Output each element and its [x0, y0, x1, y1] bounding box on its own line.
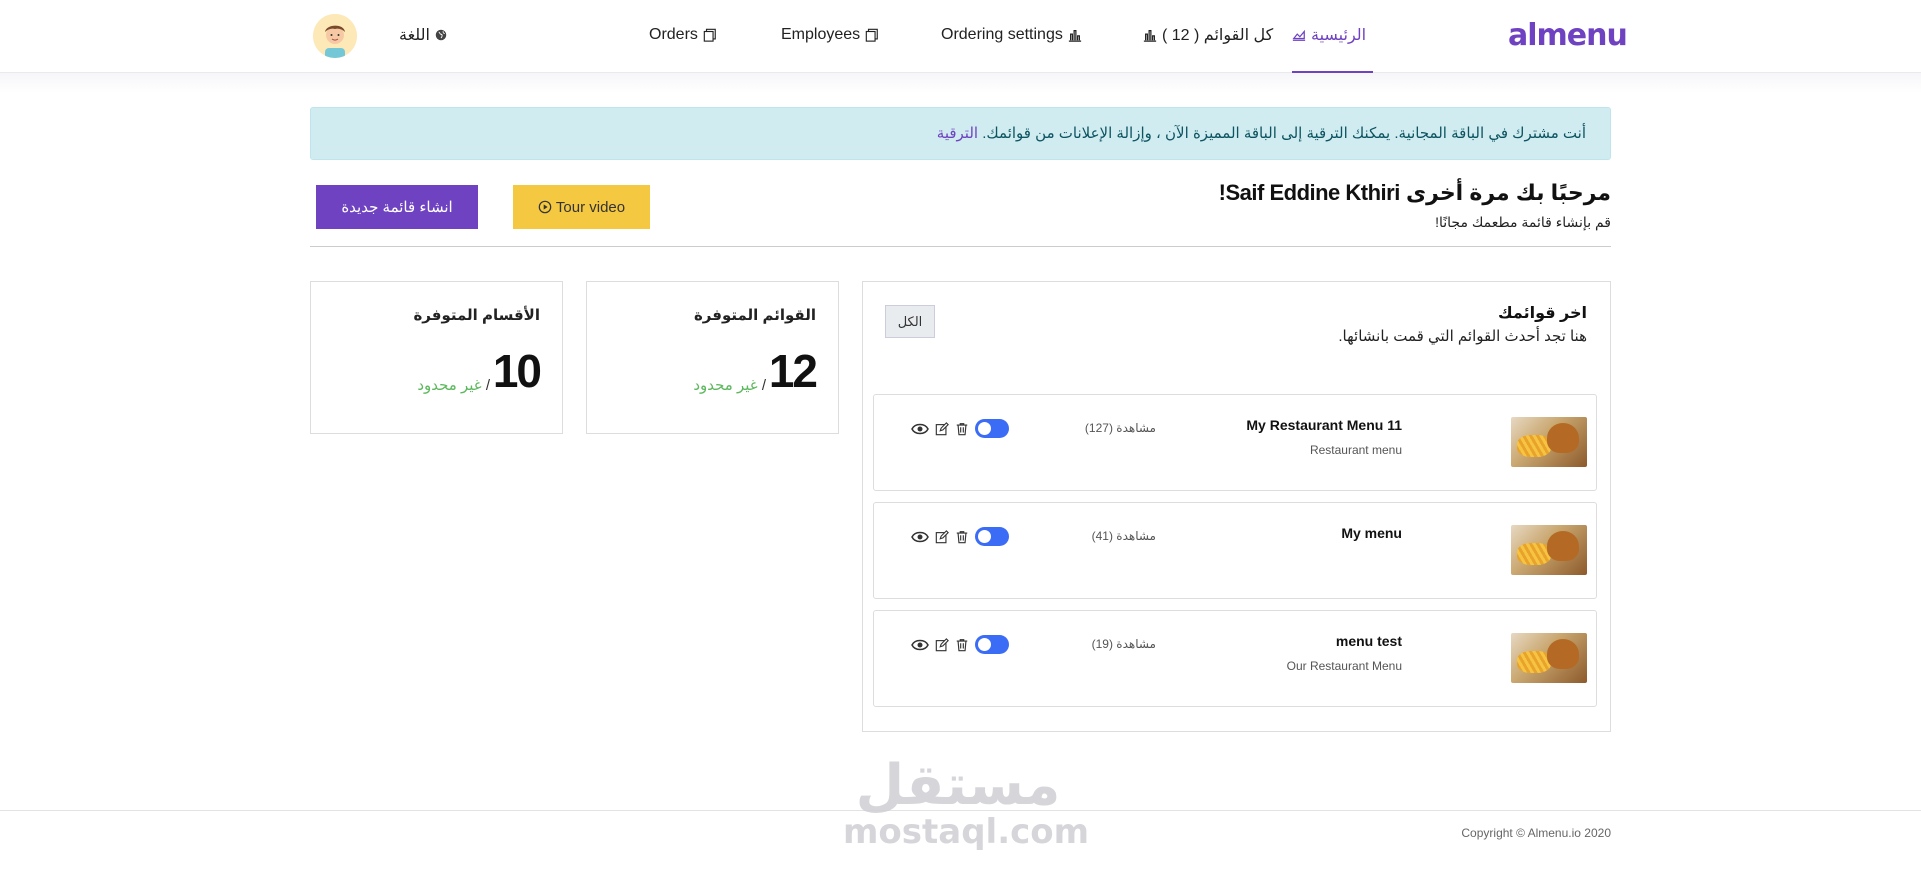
view-all-button[interactable]: الكل	[885, 305, 935, 338]
create-menu-label: انشاء قائمة جديدة	[341, 199, 453, 216]
bar-chart-icon	[1143, 30, 1157, 42]
user-avatar[interactable]	[313, 14, 357, 58]
trash-icon[interactable]	[955, 638, 969, 652]
menu-views: مشاهدة (19)	[1091, 637, 1156, 651]
language-switcher[interactable]: اللغة	[399, 24, 447, 46]
watermark: مستقل mostaql.com	[843, 753, 1090, 852]
nav-employees-label: Employees	[781, 26, 861, 43]
menu-description: Restaurant menu	[1309, 443, 1402, 457]
upgrade-alert: أنت مشترك في الباقة المجانية. يمكنك التر…	[310, 107, 1611, 160]
bar-chart-icon	[1068, 30, 1081, 42]
nav-orders[interactable]: Orders	[649, 24, 717, 46]
watermark-arabic: مستقل	[855, 753, 1061, 818]
stat-limit: / غير محدود	[693, 377, 766, 394]
stat-limit: / غير محدود	[417, 377, 490, 394]
menu-active-toggle[interactable]	[975, 419, 1009, 438]
nav-ordering-settings-label: Ordering settings	[941, 26, 1063, 43]
menu-card[interactable]: My menu مشاهدة (41)	[873, 502, 1597, 599]
header-shadow	[0, 73, 1921, 93]
menu-name[interactable]: My menu	[1341, 525, 1402, 541]
nav-all-menus[interactable]: كل القوائم ( 12 )	[1143, 24, 1273, 46]
recent-menus-subtitle: هنا تجد أحدث القوائم التي قمت بانشائها.	[1338, 328, 1587, 345]
stat-limit-text: غير محدود	[693, 377, 758, 394]
welcome-title: مرحبًا بك مرة أخرى Saif Eddine Kthiri!	[1218, 180, 1612, 205]
nav-employees[interactable]: Employees	[781, 24, 879, 46]
globe-icon	[435, 29, 447, 41]
copyright-text: Copyright © Almenu.io 2020	[1461, 826, 1611, 840]
stat-limit-text: غير محدود	[417, 377, 482, 394]
menu-card[interactable]: My Restaurant Menu 11 Restaurant menu مش…	[873, 394, 1597, 491]
menu-views: مشاهدة (127)	[1084, 421, 1156, 435]
stat-label: القوائم المتوفرة	[693, 307, 816, 324]
trash-icon[interactable]	[955, 530, 969, 544]
nav-ordering-settings[interactable]: Ordering settings	[941, 24, 1082, 46]
menu-views: مشاهدة (41)	[1091, 529, 1156, 543]
play-circle-icon	[538, 200, 552, 214]
avatar-illustration	[313, 14, 357, 58]
copy-icon	[865, 28, 878, 42]
chart-area-icon	[1292, 29, 1306, 41]
stat-value: 12	[768, 345, 818, 397]
recent-menus-panel: اخر قوائمك هنا تجد أحدث القوائم التي قمت…	[862, 281, 1611, 732]
eye-icon[interactable]	[911, 422, 929, 436]
eye-icon[interactable]	[911, 638, 929, 652]
upgrade-link[interactable]: الترقية	[937, 125, 978, 142]
divider	[310, 246, 1611, 247]
nav-orders-label: Orders	[649, 26, 698, 43]
menu-card[interactable]: menu test Our Restaurant Menu مشاهدة (19…	[873, 610, 1597, 707]
menu-actions	[911, 527, 1009, 546]
tour-video-label: Tour video	[555, 198, 626, 216]
create-menu-button[interactable]: انشاء قائمة جديدة	[316, 185, 478, 229]
menu-actions	[911, 419, 1009, 438]
stat-value: 10	[492, 345, 542, 397]
menu-actions	[911, 635, 1009, 654]
edit-icon[interactable]	[935, 421, 949, 436]
menu-name[interactable]: menu test	[1336, 633, 1402, 649]
stat-card-sections: الأقسام المتوفرة 10 / غير محدود	[310, 281, 563, 434]
menu-active-toggle[interactable]	[975, 635, 1009, 654]
edit-icon[interactable]	[935, 637, 949, 652]
recent-menus-title: اخر قوائمك	[1497, 305, 1587, 322]
copy-icon	[703, 28, 716, 42]
menu-description: Our Restaurant Menu	[1286, 659, 1402, 673]
brand-logo[interactable]: almenu	[1508, 18, 1628, 53]
tour-video-button[interactable]: Tour video	[513, 185, 650, 229]
welcome-subtitle: قم بإنشاء قائمة مطعمك مجانًا!	[1435, 214, 1611, 230]
watermark-english: mostaql.com	[843, 812, 1090, 852]
menu-thumbnail	[1511, 417, 1587, 467]
alert-text: أنت مشترك في الباقة المجانية. يمكنك التر…	[982, 125, 1586, 142]
menu-active-toggle[interactable]	[975, 527, 1009, 546]
menu-thumbnail	[1511, 525, 1587, 575]
stat-label: الأقسام المتوفرة	[413, 307, 540, 324]
menu-name[interactable]: My Restaurant Menu 11	[1246, 417, 1402, 433]
top-navbar: almenu الرئيسية كل القوائم ( 12 ) Orderi…	[0, 0, 1921, 73]
language-label: اللغة	[399, 27, 430, 44]
nav-home-label: الرئيسية	[1311, 27, 1367, 44]
eye-icon[interactable]	[911, 530, 929, 544]
stat-card-menus: القوائم المتوفرة 12 / غير محدود	[586, 281, 839, 434]
edit-icon[interactable]	[935, 529, 949, 544]
menu-thumbnail	[1511, 633, 1587, 683]
nav-home[interactable]: الرئيسية	[1292, 24, 1366, 46]
nav-all-menus-label: كل القوائم ( 12 )	[1162, 27, 1274, 44]
trash-icon[interactable]	[955, 422, 969, 436]
